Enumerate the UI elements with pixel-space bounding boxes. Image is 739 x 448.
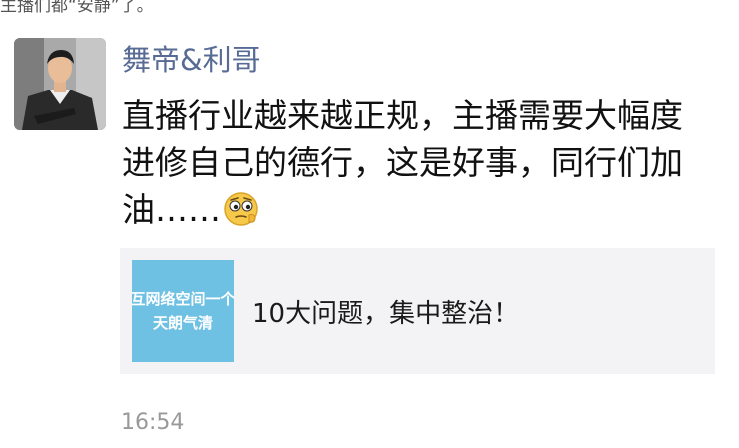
avatar-person-icon [14,38,106,130]
article-title: 10大问题，集中整治！ [252,298,520,329]
author-name[interactable]: 舞帝&利哥 [122,40,261,80]
thumbnail-text-line: 互网络空间一个 [132,290,234,308]
cropped-caption: 主播们都“安静”了。 [0,0,154,16]
post-line: 直播行业越来越正规，主播需要大幅度 [122,96,683,135]
post-line: 油…… [122,186,722,239]
thumbnail-text-line: 天朗气清 [152,314,213,332]
post-content: 直播行业越来越正规，主播需要大幅度 进修自己的德行，这是好事，同行们加 油…… [122,92,722,239]
thinking-face-emoji-icon [223,191,259,239]
article-thumbnail: 互网络空间一个 天朗气清 [132,260,234,362]
post-line-text: 油…… [122,190,221,229]
avatar[interactable] [14,38,106,130]
post-line: 进修自己的德行，这是好事，同行们加 [122,143,683,182]
post-timestamp: 16:54 [121,410,185,435]
shared-article-card[interactable]: 互网络空间一个 天朗气清 10大问题，集中整治！ [120,248,715,374]
